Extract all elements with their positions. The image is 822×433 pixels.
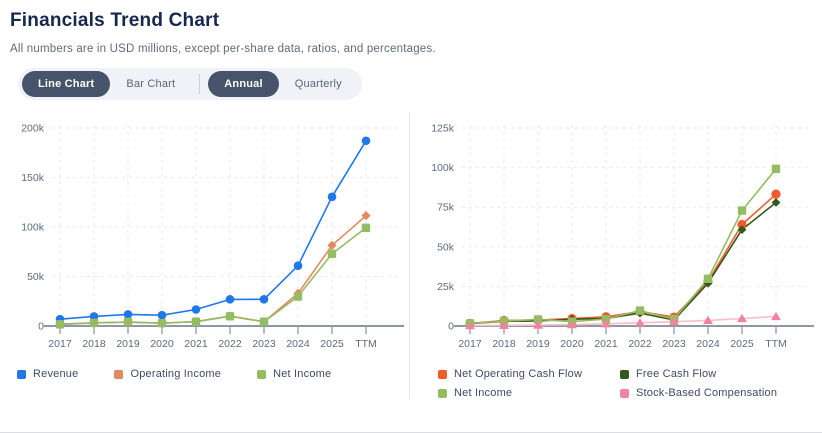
legend-item-net-income[interactable]: Net Income xyxy=(438,387,620,399)
legend-swatch-free-cash-flow xyxy=(620,370,629,379)
data-point-net-income[interactable] xyxy=(192,318,200,326)
data-point-net-income[interactable] xyxy=(738,206,746,214)
data-point-revenue[interactable] xyxy=(158,311,167,320)
series-line-net-operating-cash-flow xyxy=(470,194,776,323)
x-axis-tick-label: 2022 xyxy=(218,338,242,350)
y-axis-tick-label: 100k xyxy=(431,162,455,174)
x-axis-tick-label: 2022 xyxy=(628,338,652,350)
annual-button[interactable]: Annual xyxy=(208,71,278,97)
data-point-revenue[interactable] xyxy=(226,295,235,304)
data-point-net-income[interactable] xyxy=(56,320,64,328)
income-statement-chart-panel: 0 50k 100k 150k 200k 2017 2018 2019 2020 2021 2022… xyxy=(0,112,410,399)
x-axis-tick-label: 2020 xyxy=(560,338,584,350)
legend-item-operating-income[interactable]: Operating Income xyxy=(114,368,221,380)
x-axis-tick-label: 2024 xyxy=(286,338,310,350)
data-point-net-income[interactable] xyxy=(158,319,166,327)
legend-swatch-operating-income xyxy=(114,370,123,379)
data-point-net-income[interactable] xyxy=(226,312,234,320)
bar-chart-button[interactable]: Bar Chart xyxy=(110,71,191,97)
income-statement-line-chart[interactable]: 0 50k 100k 150k 200k 2017 2018 2019 2020 2021 2022… xyxy=(0,112,410,362)
x-axis-tick-label: 2025 xyxy=(730,338,754,350)
y-axis-tick-label: 0 xyxy=(38,321,44,333)
legend-item-revenue[interactable]: Revenue xyxy=(17,368,78,380)
legend-item-free-cash-flow[interactable]: Free Cash Flow xyxy=(620,368,821,380)
y-axis-tick-label: 150k xyxy=(21,172,45,184)
x-axis-tick-label: TTM xyxy=(765,338,787,350)
data-point-net-income[interactable] xyxy=(294,292,302,300)
legend-label: Net Operating Cash Flow xyxy=(454,368,582,380)
x-axis-tick-label: 2023 xyxy=(252,338,276,350)
y-axis-tick-label: 50k xyxy=(27,271,45,283)
quarterly-button[interactable]: Quarterly xyxy=(279,71,358,97)
x-axis-tick-label: 2017 xyxy=(458,338,482,350)
page-subtitle: All numbers are in USD millions, except … xyxy=(10,43,812,55)
x-axis-tick-label: 2018 xyxy=(492,338,516,350)
x-axis-tick-label: 2021 xyxy=(184,338,208,350)
legend-label: Net Income xyxy=(454,387,512,399)
data-point-net-income[interactable] xyxy=(260,317,268,325)
data-point-net-income[interactable] xyxy=(772,165,780,173)
legend-swatch-stock-based-compensation xyxy=(620,389,629,398)
data-point-net-income[interactable] xyxy=(704,275,712,283)
income-statement-legend: Revenue Operating Income Net Income xyxy=(0,368,409,380)
cash-flow-chart-panel: 0 25k 50k 75k 100k 125k 2017 2018 2019 2020 2021 20… xyxy=(410,112,821,399)
data-point-net-income[interactable] xyxy=(636,306,644,314)
x-axis-tick-label: 2017 xyxy=(48,338,72,350)
data-point-revenue[interactable] xyxy=(192,305,201,314)
y-axis-tick-label: 125k xyxy=(431,123,455,135)
x-axis-tick-label: 2023 xyxy=(662,338,686,350)
legend-item-net-income[interactable]: Net Income xyxy=(257,368,331,380)
x-axis-tick-label: 2025 xyxy=(320,338,344,350)
data-point-revenue[interactable] xyxy=(328,193,337,202)
series-line-net-income xyxy=(470,169,776,324)
line-chart-button[interactable]: Line Chart xyxy=(22,71,110,97)
data-point-net-income[interactable] xyxy=(90,319,98,327)
x-axis-tick-label: 2019 xyxy=(526,338,550,350)
toolbar-divider xyxy=(199,74,200,94)
data-point-revenue[interactable] xyxy=(362,136,371,145)
legend-label: Revenue xyxy=(33,368,78,380)
y-axis-tick-label: 25k xyxy=(437,281,455,293)
x-axis-tick-label: 2021 xyxy=(594,338,618,350)
y-axis-tick-label: 200k xyxy=(21,123,45,135)
series-line-free-cash-flow xyxy=(470,203,776,324)
y-axis-tick-label: 0 xyxy=(448,321,454,333)
x-axis-tick-label: 2024 xyxy=(696,338,720,350)
legend-label: Operating Income xyxy=(130,368,221,380)
data-point-revenue[interactable] xyxy=(260,295,269,304)
financials-trend-page: Financials Trend Chart All numbers are i… xyxy=(0,0,822,433)
legend-label: Net Income xyxy=(273,368,331,380)
legend-label: Stock-Based Compensation xyxy=(636,387,777,399)
x-axis-tick-label: 2020 xyxy=(150,338,174,350)
y-axis-tick-label: 75k xyxy=(437,202,455,214)
legend-item-stock-based-compensation[interactable]: Stock-Based Compensation xyxy=(620,387,821,399)
legend-swatch-revenue xyxy=(17,370,26,379)
x-axis-tick-label: TTM xyxy=(355,338,377,350)
x-axis-tick-label: 2019 xyxy=(116,338,140,350)
x-axis-tick-label: 2018 xyxy=(82,338,106,350)
series-line-revenue xyxy=(60,141,366,319)
y-axis-tick-label: 50k xyxy=(437,241,455,253)
page-title: Financials Trend Chart xyxy=(10,10,812,32)
charts-row: 0 50k 100k 150k 200k 2017 2018 2019 2020 2021 2022… xyxy=(0,112,822,399)
legend-swatch-net-operating-cash-flow xyxy=(438,370,447,379)
page-header: Financials Trend Chart All numbers are i… xyxy=(0,0,822,100)
data-point-net-income[interactable] xyxy=(328,250,336,258)
chart-controls: Line Chart Bar Chart Annual Quarterly xyxy=(18,68,362,100)
legend-swatch-net-income xyxy=(257,370,266,379)
data-point-net-income[interactable] xyxy=(124,318,132,326)
legend-item-net-operating-cash-flow[interactable]: Net Operating Cash Flow xyxy=(438,368,620,380)
data-point-net-operating-cash-flow[interactable] xyxy=(771,190,780,199)
data-point-revenue[interactable] xyxy=(124,310,133,319)
cash-flow-line-chart[interactable]: 0 25k 50k 75k 100k 125k 2017 2018 2019 2020 2021 20… xyxy=(410,112,820,362)
data-point-revenue[interactable] xyxy=(294,261,303,270)
legend-label: Free Cash Flow xyxy=(636,368,716,380)
y-axis-tick-label: 100k xyxy=(21,222,45,234)
data-point-net-income[interactable] xyxy=(362,224,370,232)
legend-swatch-net-income xyxy=(438,389,447,398)
cash-flow-legend: Net Operating Cash Flow Free Cash Flow Net… xyxy=(410,368,821,399)
